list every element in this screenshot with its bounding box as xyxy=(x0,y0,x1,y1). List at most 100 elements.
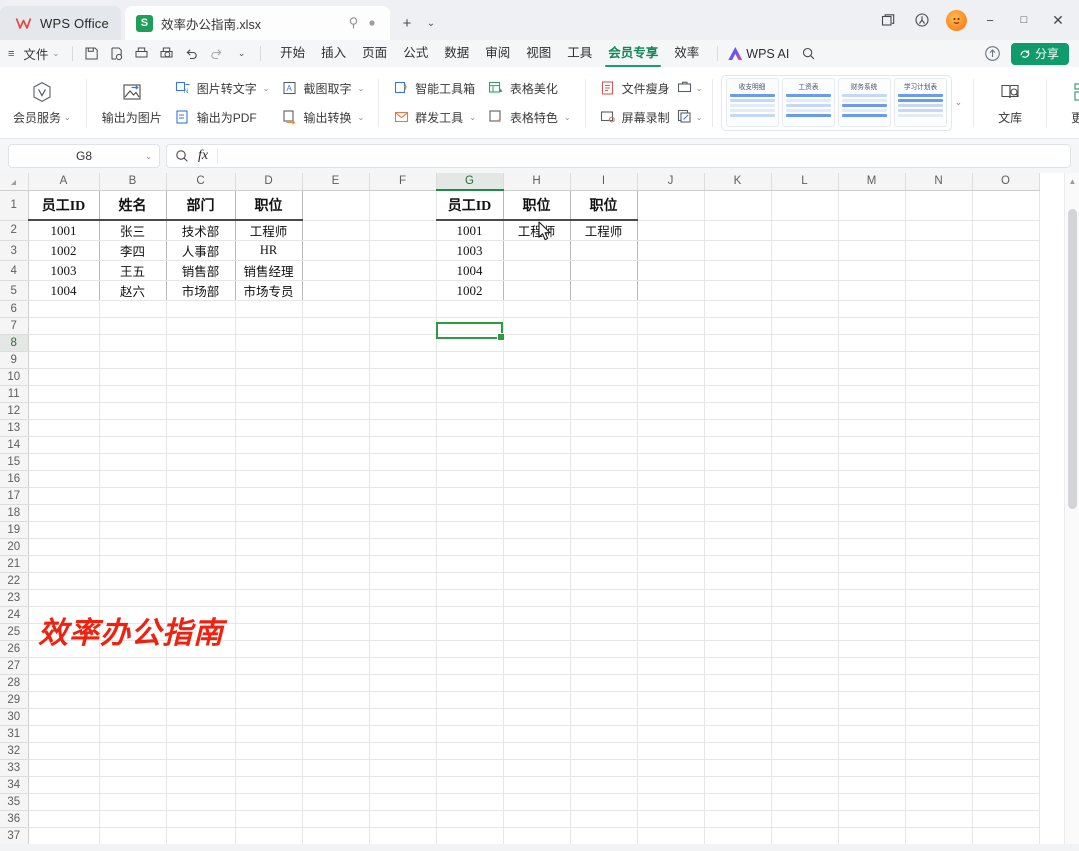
empty-cell-M29[interactable] xyxy=(838,691,906,709)
empty-cell-C19[interactable] xyxy=(166,521,236,539)
empty-cell-G21[interactable] xyxy=(436,555,504,573)
app-brand-tab[interactable]: WPS Office xyxy=(0,6,121,40)
empty-cell-I21[interactable] xyxy=(570,555,638,573)
chevron-down-icon[interactable]: ⌄ xyxy=(357,113,364,122)
empty-cell-O24[interactable] xyxy=(972,606,1040,624)
empty-cell-J16[interactable] xyxy=(637,470,705,488)
empty-cell-H12[interactable] xyxy=(503,402,571,420)
empty-cell-N13[interactable] xyxy=(905,419,973,437)
empty-cell-B17[interactable] xyxy=(99,487,167,505)
empty-cell-J29[interactable] xyxy=(637,691,705,709)
zoom-search-icon[interactable] xyxy=(175,149,189,163)
empty-cell-L4[interactable] xyxy=(771,260,839,281)
empty-cell-J23[interactable] xyxy=(637,589,705,607)
screenshot-ocr-button[interactable]: A 截图取字 ⌄ xyxy=(275,76,370,101)
empty-cell-M5[interactable] xyxy=(838,280,906,301)
empty-cell-B11[interactable] xyxy=(99,385,167,403)
empty-cell-G10[interactable] xyxy=(436,368,504,386)
empty-cell-J17[interactable] xyxy=(637,487,705,505)
column-header-J[interactable]: J xyxy=(637,173,705,191)
cell-D4[interactable]: 销售经理 xyxy=(235,260,303,281)
empty-cell-B10[interactable] xyxy=(99,368,167,386)
empty-cell-G16[interactable] xyxy=(436,470,504,488)
empty-cell-G11[interactable] xyxy=(436,385,504,403)
empty-cell-E5[interactable] xyxy=(302,280,370,301)
export-pdf-button[interactable]: 输出为PDF xyxy=(169,105,276,130)
mass-mail-button[interactable]: 群发工具 ⌄ xyxy=(387,105,482,130)
row-header-27[interactable]: 27 xyxy=(0,657,29,675)
share-button[interactable]: 分享 xyxy=(1010,42,1069,65)
empty-cell-A16[interactable] xyxy=(28,470,100,488)
empty-cell-M34[interactable] xyxy=(838,776,906,794)
row-header-10[interactable]: 10 xyxy=(0,368,29,386)
empty-cell-J15[interactable] xyxy=(637,453,705,471)
empty-cell-J22[interactable] xyxy=(637,572,705,590)
empty-cell-C29[interactable] xyxy=(166,691,236,709)
empty-cell-D32[interactable] xyxy=(235,742,303,760)
empty-cell-H20[interactable] xyxy=(503,538,571,556)
empty-cell-N27[interactable] xyxy=(905,657,973,675)
empty-cell-L15[interactable] xyxy=(771,453,839,471)
empty-cell-A26[interactable] xyxy=(28,640,100,658)
empty-cell-N16[interactable] xyxy=(905,470,973,488)
cell-G1[interactable]: 员工ID xyxy=(435,189,504,221)
empty-cell-C10[interactable] xyxy=(166,368,236,386)
empty-cell-N19[interactable] xyxy=(905,521,973,539)
empty-cell-E27[interactable] xyxy=(302,657,370,675)
empty-cell-N36[interactable] xyxy=(905,810,973,828)
empty-cell-K8[interactable] xyxy=(704,334,772,352)
empty-cell-I23[interactable] xyxy=(570,589,638,607)
empty-cell-D24[interactable] xyxy=(235,606,303,624)
empty-cell-L20[interactable] xyxy=(771,538,839,556)
empty-cell-K7[interactable] xyxy=(704,317,772,335)
empty-cell-N20[interactable] xyxy=(905,538,973,556)
empty-cell-K10[interactable] xyxy=(704,368,772,386)
cloud-upload-icon[interactable] xyxy=(983,44,1002,63)
empty-cell-H16[interactable] xyxy=(503,470,571,488)
cell-G2[interactable]: 1001 xyxy=(435,220,504,241)
empty-cell-E3[interactable] xyxy=(302,240,370,261)
cell-A5[interactable]: 1004 xyxy=(27,280,100,301)
row-header-9[interactable]: 9 xyxy=(0,351,29,369)
empty-cell-N21[interactable] xyxy=(905,555,973,573)
empty-cell-K2[interactable] xyxy=(704,220,772,241)
empty-cell-O25[interactable] xyxy=(972,623,1040,641)
empty-cell-I17[interactable] xyxy=(570,487,638,505)
empty-cell-K13[interactable] xyxy=(704,419,772,437)
empty-cell-L16[interactable] xyxy=(771,470,839,488)
empty-cell-G31[interactable] xyxy=(436,725,504,743)
empty-cell-M36[interactable] xyxy=(838,810,906,828)
empty-cell-C7[interactable] xyxy=(166,317,236,335)
empty-cell-I18[interactable] xyxy=(570,504,638,522)
smart-toolbox-button[interactable]: 智能工具箱 xyxy=(387,76,482,101)
empty-cell-O9[interactable] xyxy=(972,351,1040,369)
empty-cell-G9[interactable] xyxy=(436,351,504,369)
empty-cell-M6[interactable] xyxy=(838,300,906,318)
empty-cell-D15[interactable] xyxy=(235,453,303,471)
empty-cell-E11[interactable] xyxy=(302,385,370,403)
empty-cell-A25[interactable] xyxy=(28,623,100,641)
empty-cell-C27[interactable] xyxy=(166,657,236,675)
empty-cell-D6[interactable] xyxy=(235,300,303,318)
empty-cell-J19[interactable] xyxy=(637,521,705,539)
cell-C3[interactable]: 人事部 xyxy=(166,240,236,261)
ribbon-tab-7[interactable]: 工具 xyxy=(559,41,600,66)
empty-cell-J36[interactable] xyxy=(637,810,705,828)
empty-cell-L23[interactable] xyxy=(771,589,839,607)
row-header-25[interactable]: 25 xyxy=(0,623,29,641)
empty-cell-F11[interactable] xyxy=(369,385,437,403)
empty-cell-B23[interactable] xyxy=(99,589,167,607)
empty-cell-A23[interactable] xyxy=(28,589,100,607)
empty-cell-D12[interactable] xyxy=(235,402,303,420)
empty-cell-K5[interactable] xyxy=(704,280,772,301)
empty-cell-E23[interactable] xyxy=(302,589,370,607)
empty-cell-I16[interactable] xyxy=(570,470,638,488)
ribbon-tab-4[interactable]: 数据 xyxy=(436,41,477,66)
empty-cell-F15[interactable] xyxy=(369,453,437,471)
file-slim-button[interactable]: 文件瘦身 xyxy=(594,76,676,101)
empty-cell-D29[interactable] xyxy=(235,691,303,709)
empty-cell-K28[interactable] xyxy=(704,674,772,692)
empty-cell-K12[interactable] xyxy=(704,402,772,420)
cell-A1[interactable]: 员工ID xyxy=(27,189,100,221)
more-button[interactable]: 更多 xyxy=(1055,72,1079,134)
